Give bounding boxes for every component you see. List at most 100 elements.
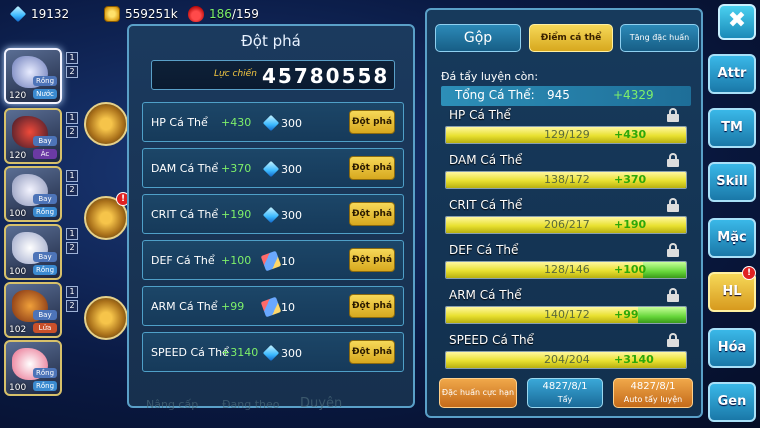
pet-card-6[interactable]: Rồng Rồng 100: [4, 340, 62, 396]
gear-icon[interactable]: [84, 296, 128, 340]
pet-card-4[interactable]: Bay Rồng 100: [4, 224, 62, 280]
breakthrough-button[interactable]: Đột phá: [349, 110, 395, 134]
slot-number: 2: [66, 242, 78, 254]
gems-counter: 19132: [9, 5, 69, 23]
stat-name: ARM Cá Thể: [151, 300, 218, 313]
combat-power-label: Lực chiến: [214, 69, 257, 79]
stat-row: ARM Cá Thể 140/172 +99: [443, 288, 691, 332]
stat-ratio: 129/129: [544, 128, 590, 141]
lock-icon[interactable]: [667, 243, 679, 257]
stat-bonus: +370: [614, 173, 647, 186]
slot-number: 1: [66, 170, 78, 182]
tab-combine[interactable]: Gộp: [435, 24, 521, 52]
combat-power-box: Lực chiến 45780558: [151, 60, 395, 90]
pet-type-tag: Rồng: [33, 76, 57, 86]
menu-hoa[interactable]: Hóa: [708, 328, 756, 368]
diamond-icon: [9, 5, 27, 23]
stat-name: HP Cá Thể: [151, 116, 208, 129]
tab-upgrade[interactable]: Nâng cấp: [146, 398, 198, 411]
stat-name: DEF Cá Thể: [449, 243, 519, 257]
total-value: 945: [547, 88, 570, 102]
tab-individual-points[interactable]: Điểm cá thể: [529, 24, 613, 52]
breakthrough-row-speed: SPEED Cá Thể +3140 300 Đột phá: [142, 332, 404, 372]
slot-number: 2: [66, 300, 78, 312]
breakthrough-row-dam: DAM Cá Thể +370 300 Đột phá: [142, 148, 404, 188]
pet-level: 100: [9, 267, 27, 277]
stat-progress-bar: 206/217 +190: [445, 216, 687, 234]
stat-bonus: +100: [614, 263, 647, 276]
pet-level: 102: [9, 325, 27, 335]
breakthrough-button[interactable]: Đột phá: [349, 294, 395, 318]
diamond-icon: [262, 160, 280, 178]
extreme-training-button[interactable]: Đặc huấn cực hạn: [439, 378, 517, 408]
stat-name: SPEED Cá Thể: [449, 333, 534, 347]
menu-skill[interactable]: Skill: [708, 162, 756, 202]
stat-ratio: 206/217: [544, 218, 590, 231]
stat-name: SPEED Cá Thể: [151, 346, 229, 359]
menu-attr[interactable]: Attr: [708, 54, 756, 94]
stat-row: CRIT Cá Thể 206/217 +190: [443, 198, 691, 242]
breakthrough-button[interactable]: Đột phá: [349, 340, 395, 364]
breakthrough-row-hp: HP Cá Thể +430 300 Đột phá: [142, 102, 404, 142]
energy-max: /159: [231, 7, 259, 21]
wash-label: Tẩy: [557, 395, 573, 404]
slot-number: 1: [66, 112, 78, 124]
stat-name: DEF Cá Thể: [151, 254, 215, 267]
lock-icon[interactable]: [667, 288, 679, 302]
combat-power-value: 45780558: [262, 64, 390, 88]
menu-tm[interactable]: TM: [708, 108, 756, 148]
stat-name: CRIT Cá Thể: [449, 198, 523, 212]
slot-number: 1: [66, 52, 78, 64]
equipment-icon[interactable]: [84, 102, 128, 146]
pet-card-5[interactable]: Bay Lửa 102: [4, 282, 62, 338]
stat-row: DEF Cá Thể 128/146 +100: [443, 243, 691, 287]
diamond-icon: [262, 344, 280, 362]
scroll-icon: [260, 296, 282, 318]
pet-type-tag: Bay: [33, 310, 57, 320]
lock-icon[interactable]: [667, 153, 679, 167]
pet-card-3[interactable]: Bay Rồng 100: [4, 166, 62, 222]
slot-number: 1: [66, 286, 78, 298]
slot-number: 2: [66, 66, 78, 78]
stat-ratio: 204/204: [544, 353, 590, 366]
stat-name: DAM Cá Thể: [449, 153, 523, 167]
stat-ratio: 140/172: [544, 308, 590, 321]
total-label: Tổng Cá Thể:: [455, 88, 535, 102]
pet-card-1[interactable]: Rồng Nước 120: [4, 48, 62, 104]
close-button[interactable]: ✖: [718, 4, 756, 40]
stat-bonus: +190: [614, 218, 647, 231]
pet-type-tag: Bay: [33, 194, 57, 204]
stat-bonus: +430: [614, 128, 647, 141]
diamond-icon: [262, 206, 280, 224]
tab-special-training[interactable]: Tăng đặc huấn: [620, 24, 699, 52]
breakthrough-button[interactable]: Đột phá: [349, 248, 395, 272]
bar-bonus: [642, 262, 686, 278]
menu-gen[interactable]: Gen: [708, 382, 756, 422]
pet-level: 100: [9, 383, 27, 393]
wash-button[interactable]: 4827/8/1 Tẩy: [527, 378, 603, 408]
menu-mac[interactable]: Mặc: [708, 218, 756, 258]
breakthrough-row-arm: ARM Cá Thể +99 10 Đột phá: [142, 286, 404, 326]
slot-number: 2: [66, 184, 78, 196]
stat-name: ARM Cá Thể: [449, 288, 522, 302]
tab-following[interactable]: Đang theo: [222, 398, 280, 411]
tab-affinity[interactable]: Duyên: [300, 396, 342, 411]
stat-row: HP Cá Thể 129/129 +430: [443, 108, 691, 152]
stat-bonus: +100: [221, 254, 252, 267]
scroll-icon: [260, 250, 282, 272]
cost-value: 300: [281, 347, 302, 360]
stat-bonus: +3140: [221, 346, 259, 359]
auto-wash-label: Auto tẩy luyện: [623, 395, 683, 404]
cost-value: 300: [281, 163, 302, 176]
auto-wash-button[interactable]: 4827/8/1 Auto tẩy luyện: [613, 378, 693, 408]
stat-ratio: 128/146: [544, 263, 590, 276]
energy-potion-icon: [188, 6, 204, 22]
stat-progress-bar: 138/172 +370: [445, 171, 687, 189]
breakthrough-button[interactable]: Đột phá: [349, 202, 395, 226]
breakthrough-row-def: DEF Cá Thể +100 10 Đột phá: [142, 240, 404, 280]
lock-icon[interactable]: [667, 108, 679, 122]
lock-icon[interactable]: [667, 198, 679, 212]
breakthrough-button[interactable]: Đột phá: [349, 156, 395, 180]
pet-card-2[interactable]: Bay Ác 120: [4, 108, 62, 164]
lock-icon[interactable]: [667, 333, 679, 347]
